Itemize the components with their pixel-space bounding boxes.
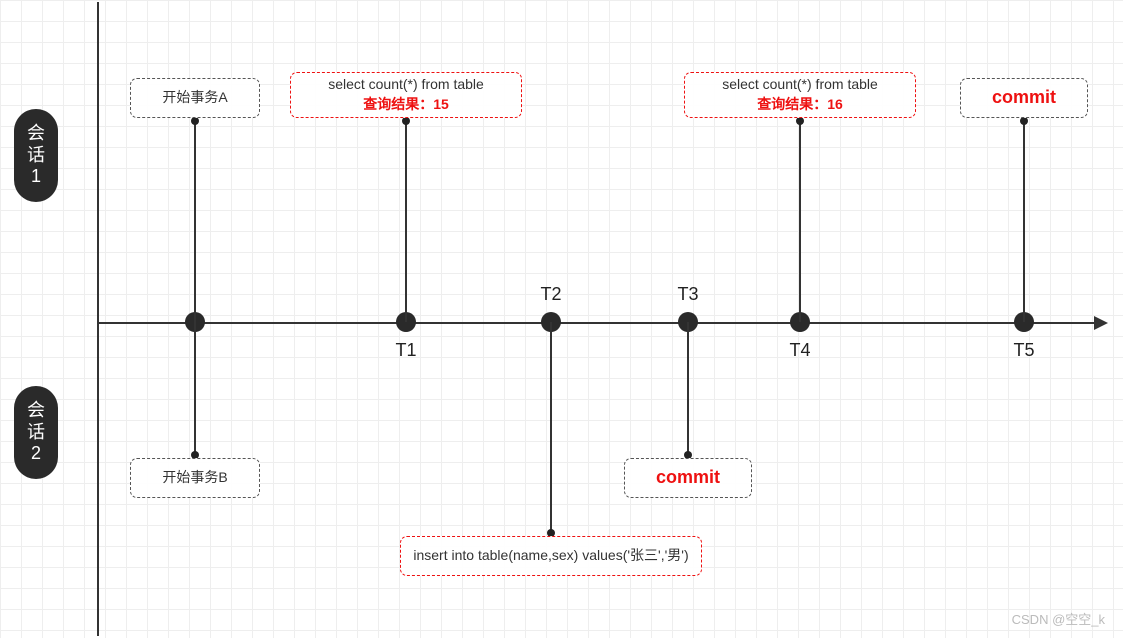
time-label-t3: T3 [677, 284, 698, 305]
box-start-a: 开始事务A [130, 78, 260, 118]
box-query-1: select count(*) from table 查询结果：15 [290, 72, 522, 118]
box-commit-top: commit [960, 78, 1088, 118]
time-label-t4: T4 [789, 340, 810, 361]
vertical-axis [97, 2, 99, 636]
box-query-2: select count(*) from table 查询结果：16 [684, 72, 916, 118]
stem-dot-t5 [1020, 117, 1028, 125]
time-axis-arrow [1094, 316, 1108, 330]
query2-result: 查询结果：16 [757, 95, 843, 115]
box-start-b: 开始事务B [130, 458, 260, 498]
commit-top-text: commit [992, 85, 1056, 110]
time-axis [97, 322, 1098, 324]
query2-sql: select count(*) from table [722, 75, 878, 95]
box-insert: insert into table(name,sex) values('张三',… [400, 536, 702, 576]
time-label-t2: T2 [540, 284, 561, 305]
session-2-label: 会话2 [14, 386, 58, 479]
query1-result: 查询结果：15 [363, 95, 449, 115]
stem-t4 [799, 121, 801, 322]
time-label-t5: T5 [1013, 340, 1034, 361]
box-commit-bottom: commit [624, 458, 752, 498]
box-start-b-text: 开始事务B [162, 468, 227, 488]
stem-t0 [194, 121, 196, 455]
stem-dot-t1 [402, 117, 410, 125]
insert-sql: insert into table(name,sex) values('张三',… [413, 546, 688, 566]
commit-bottom-text: commit [656, 465, 720, 490]
stem-t3 [687, 322, 689, 455]
session-1-label: 会话1 [14, 109, 58, 202]
watermark: CSDN @空空_k [1012, 609, 1105, 628]
stem-dot-t4 [796, 117, 804, 125]
stem-t1 [405, 121, 407, 322]
stem-t2 [550, 322, 552, 533]
box-start-a-text: 开始事务A [162, 88, 227, 108]
stem-t5 [1023, 121, 1025, 322]
query1-sql: select count(*) from table [328, 75, 484, 95]
time-label-t1: T1 [395, 340, 416, 361]
stem-dot-t0-top [191, 117, 199, 125]
